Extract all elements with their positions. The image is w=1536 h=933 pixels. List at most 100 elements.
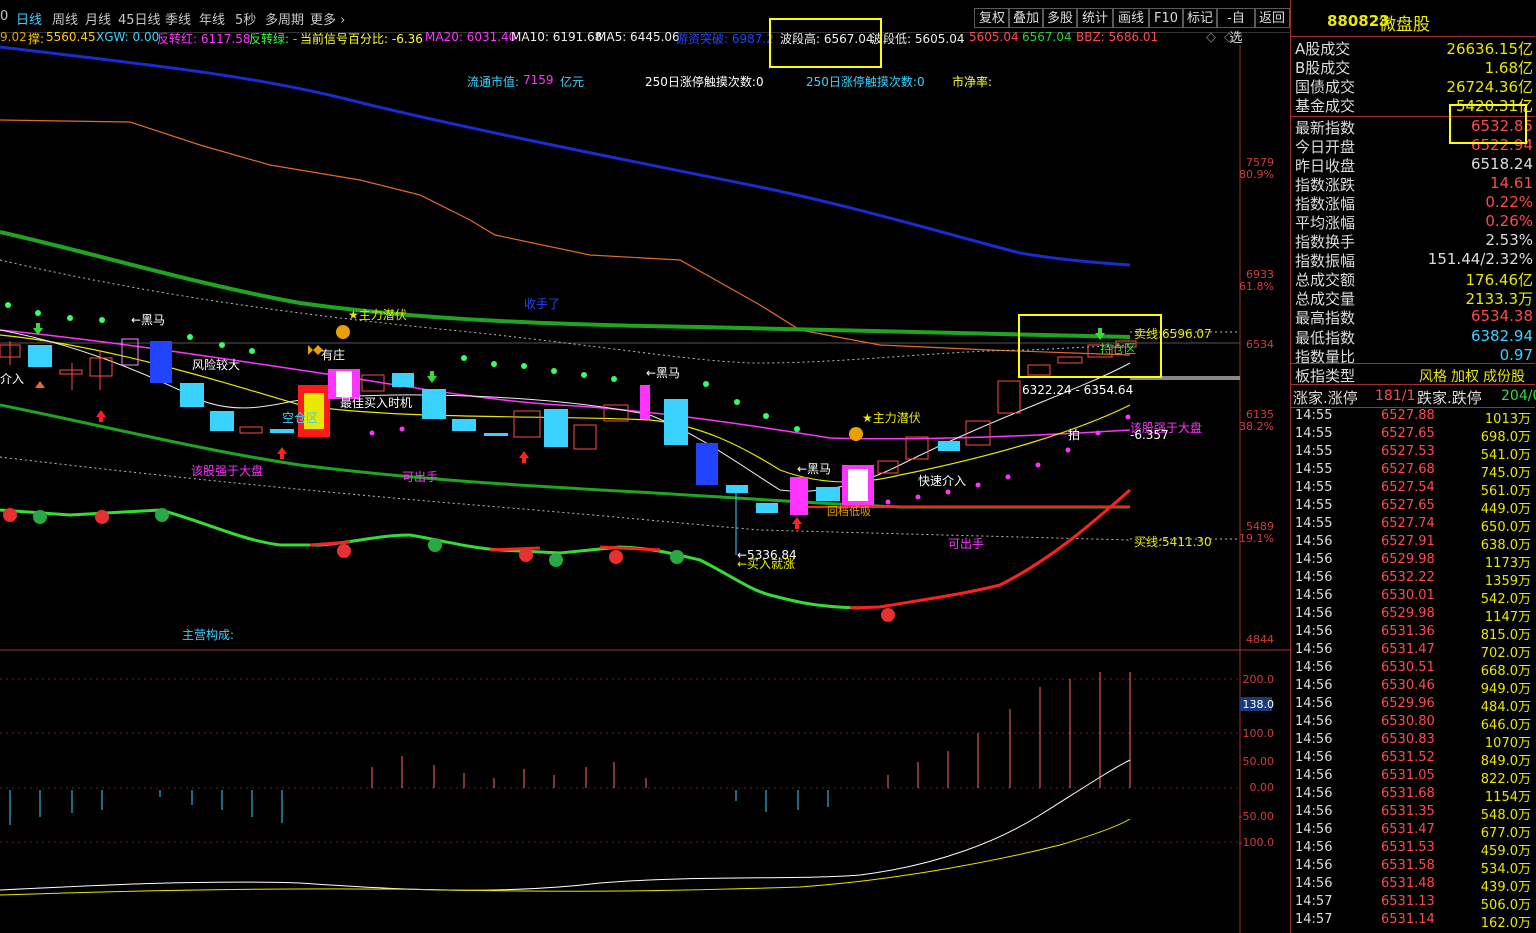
- highlight-box-latest: [1449, 104, 1527, 144]
- settings-diamond-icon[interactable]: ◇: [1224, 30, 1234, 45]
- tick-time: 14:55: [1295, 426, 1333, 441]
- green-down-arrow: [427, 371, 437, 383]
- tick-row[interactable]: 14:56 6529.96 484.0万: [1291, 696, 1535, 715]
- multi-stock-button[interactable]: 多股: [1042, 8, 1078, 28]
- badge-green: [670, 550, 684, 564]
- tick-vol: 668.0万: [1480, 664, 1531, 679]
- macd-axis-current: 138.0: [1242, 698, 1275, 711]
- tick-price: 6529.98: [1381, 552, 1435, 567]
- badge-red: [881, 608, 895, 622]
- statistics-button[interactable]: 统计: [1076, 8, 1114, 28]
- tick-time: 14:55: [1295, 444, 1333, 459]
- period-more[interactable]: 更多 ›: [310, 9, 345, 28]
- period-45day[interactable]: 45日线: [118, 9, 161, 28]
- board-constituents[interactable]: 成份股: [1483, 366, 1525, 386]
- green-dot: [461, 355, 467, 361]
- period-daily[interactable]: 日线: [16, 9, 42, 28]
- tick-row[interactable]: 14:56 6531.48 439.0万: [1291, 876, 1535, 895]
- candle-down: [392, 373, 414, 387]
- ind-xgw: XGW: 0.00: [96, 30, 160, 44]
- tick-vol: 449.0万: [1480, 502, 1531, 517]
- mark-button[interactable]: 标记: [1182, 8, 1218, 28]
- tick-row[interactable]: 14:56 6530.80 646.0万: [1291, 714, 1535, 733]
- tick-row[interactable]: 14:56 6531.68 1154万: [1291, 786, 1535, 805]
- stat-row: 指数量比 0.97: [1291, 346, 1535, 366]
- tick-vol: 1070万: [1484, 736, 1531, 751]
- green-dot: [5, 302, 11, 308]
- board-weighted[interactable]: 加权: [1451, 366, 1479, 386]
- kline-chart[interactable]: [0, 45, 1290, 933]
- tick-row[interactable]: 14:55 6527.53 541.0万: [1291, 444, 1535, 463]
- magenta-dot: [399, 426, 405, 432]
- tick-row[interactable]: 14:55 6527.65 698.0万: [1291, 426, 1535, 445]
- tick-row[interactable]: 14:56 6530.51 668.0万: [1291, 660, 1535, 679]
- tick-row[interactable]: 14:55 6527.54 561.0万: [1291, 480, 1535, 499]
- tick-row[interactable]: 14:56 6529.98 1173万: [1291, 552, 1535, 571]
- period-monthly[interactable]: 月线: [85, 9, 111, 28]
- period-multi[interactable]: 多周期: [265, 9, 304, 28]
- tick-price: 6531.35: [1381, 804, 1435, 819]
- stat-row: 最低指数 6382.94: [1291, 327, 1535, 347]
- stat-row: 指数换手 2.53%: [1291, 231, 1535, 251]
- tick-row[interactable]: 14:55 6527.65 449.0万: [1291, 498, 1535, 517]
- collapse-icon[interactable]: ◇: [1206, 30, 1216, 45]
- magenta-dot: [1065, 447, 1071, 453]
- period-0[interactable]: 0: [0, 9, 8, 24]
- draw-line-button[interactable]: 画线: [1112, 8, 1150, 28]
- badge-red: [337, 544, 351, 558]
- green-dot: [611, 376, 617, 382]
- index-name[interactable]: 微盘股: [1379, 10, 1430, 35]
- period-quarterly[interactable]: 季线: [165, 9, 191, 28]
- tick-row[interactable]: 14:55 6527.74 650.0万: [1291, 516, 1535, 535]
- label-neg-value: -6.357: [1130, 428, 1169, 442]
- candle-down: [180, 383, 204, 407]
- tick-row[interactable]: 14:56 6531.35 548.0万: [1291, 804, 1535, 823]
- stat-label: 指数换手: [1295, 233, 1356, 251]
- tick-row[interactable]: 14:56 6531.47 677.0万: [1291, 822, 1535, 841]
- tick-row[interactable]: 14:56 6531.36 815.0万: [1291, 624, 1535, 643]
- green-dot: [794, 426, 800, 432]
- overlay-button[interactable]: 叠加: [1008, 8, 1044, 28]
- remove-watchlist-button[interactable]: -自选: [1216, 8, 1256, 46]
- board-type-label: 板指类型: [1295, 367, 1356, 385]
- tick-row[interactable]: 14:56 6530.83 1070万: [1291, 732, 1535, 751]
- axis-pct-61: 61.8%: [1239, 280, 1274, 293]
- tick-row[interactable]: 14:56 6532.22 1359万: [1291, 570, 1535, 589]
- tick-vol: 534.0万: [1480, 862, 1531, 877]
- stat-value: 26636.15亿: [1446, 40, 1533, 58]
- tick-row[interactable]: 14:56 6529.98 1147万: [1291, 606, 1535, 625]
- tick-row[interactable]: 14:55 6527.68 745.0万: [1291, 462, 1535, 481]
- stat-label: 基金成交: [1295, 97, 1356, 116]
- tick-price: 6527.91: [1381, 534, 1435, 549]
- tick-row[interactable]: 14:56 6531.53 459.0万: [1291, 840, 1535, 859]
- tick-row[interactable]: 14:56 6531.05 822.0万: [1291, 768, 1535, 787]
- stat-row: 总成交量 2133.3万: [1291, 288, 1535, 308]
- period-5sec[interactable]: 5秒: [235, 9, 256, 28]
- label-main-business: 主营构成:: [182, 628, 235, 642]
- tick-row[interactable]: 14:56 6531.58 534.0万: [1291, 858, 1535, 877]
- label-enter: 介入: [0, 372, 25, 386]
- period-yearly[interactable]: 年线: [199, 9, 225, 28]
- candle-down: [28, 345, 52, 367]
- tick-vol: 541.0万: [1480, 448, 1531, 463]
- tick-row[interactable]: 14:55 6527.88 1013万: [1291, 408, 1535, 427]
- tick-vol: 1359万: [1484, 574, 1531, 589]
- period-weekly[interactable]: 周线: [52, 9, 78, 28]
- tick-row[interactable]: 14:57 6531.13 506.0万: [1291, 894, 1535, 913]
- tick-vol: 949.0万: [1480, 682, 1531, 697]
- tick-row[interactable]: 14:56 6530.01 542.0万: [1291, 588, 1535, 607]
- restore-rights-button[interactable]: 复权: [974, 8, 1010, 28]
- tick-row[interactable]: 14:56 6530.46 949.0万: [1291, 678, 1535, 697]
- tick-row[interactable]: 14:57 6531.14 162.0万: [1291, 912, 1535, 931]
- tick-row[interactable]: 14:56 6531.52 849.0万: [1291, 750, 1535, 769]
- green-dot: [35, 310, 41, 316]
- board-style[interactable]: 风格: [1419, 366, 1447, 386]
- tick-row[interactable]: 14:56 6527.91 638.0万: [1291, 534, 1535, 553]
- back-button[interactable]: 返回: [1254, 8, 1290, 28]
- tick-row[interactable]: 14:56 6531.47 702.0万: [1291, 642, 1535, 661]
- tick-price: 6529.98: [1381, 606, 1435, 621]
- label-holding-zone: 持仓区: [1100, 342, 1137, 356]
- tick-time: 14:56: [1295, 588, 1333, 603]
- stat-label: 最高指数: [1295, 309, 1356, 328]
- f10-button[interactable]: F10: [1148, 8, 1184, 28]
